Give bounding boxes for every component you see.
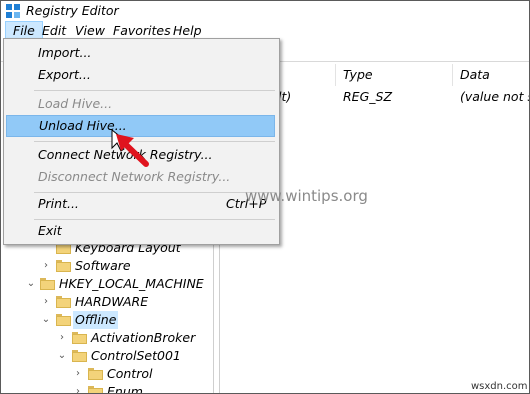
value-type: REG_SZ	[343, 89, 393, 104]
folder-icon	[40, 278, 55, 290]
tree-item[interactable]: › ActivationBroker	[1, 329, 213, 347]
menu-item-load-hive[interactable]: Load Hive...	[6, 93, 275, 115]
value-data: (value not set)	[460, 89, 529, 104]
tree-item-label: Software	[75, 258, 131, 273]
tree-item-label: HKEY_LOCAL_MACHINE	[59, 276, 204, 291]
folder-icon	[72, 350, 87, 362]
mouse-cursor-icon	[111, 128, 149, 167]
folder-icon	[88, 368, 103, 380]
menu-item-exit[interactable]: Exit	[6, 220, 275, 242]
menu-item-label: Print...	[38, 196, 79, 211]
menu-item-disconnect-network-registry[interactable]: Disconnect Network Registry...	[6, 166, 275, 188]
tree-item-label: Enum	[107, 384, 143, 394]
tree-item-label: Control	[107, 366, 153, 381]
menu-item-label: Import...	[38, 45, 92, 60]
footer-watermark: wsxdn.com	[471, 381, 528, 392]
folder-icon	[72, 332, 87, 344]
window-title: Registry Editor	[26, 3, 119, 18]
menu-item-print[interactable]: Print... Ctrl+P	[6, 193, 275, 215]
tree-item[interactable]: ⌄ HKEY_LOCAL_MACHINE	[1, 275, 213, 293]
tree-item-label: Offline	[73, 311, 119, 329]
tree-item[interactable]: ⌄ Offline	[1, 311, 213, 329]
tree-item[interactable]: › Enum	[1, 383, 213, 394]
chevron-down-icon[interactable]: ⌄	[41, 311, 51, 329]
chevron-right-icon[interactable]: ›	[73, 365, 83, 383]
tree-item-label: ActivationBroker	[91, 330, 196, 345]
menu-item-label: Load Hive...	[38, 96, 113, 111]
menu-item-import[interactable]: Import...	[6, 42, 275, 64]
registry-editor-window: Registry Editor File Edit View Favorites…	[0, 0, 530, 394]
watermark-text: www.wintips.org	[245, 187, 368, 205]
chevron-right-icon[interactable]: ›	[41, 293, 51, 311]
chevron-down-icon[interactable]: ⌄	[26, 275, 36, 293]
tree-item-label: HARDWARE	[75, 294, 149, 309]
chevron-right-icon[interactable]: ›	[57, 329, 67, 347]
tree-item-label: ControlSet001	[91, 348, 181, 363]
column-header-type[interactable]: Type	[343, 64, 373, 86]
title-bar: Registry Editor	[1, 1, 529, 21]
tree-item[interactable]: › Software	[1, 257, 213, 275]
menu-item-label: Disconnect Network Registry...	[38, 169, 231, 184]
chevron-right-icon[interactable]: ›	[41, 257, 51, 275]
tree-item[interactable]: › Control	[1, 365, 213, 383]
folder-icon	[56, 260, 71, 272]
menu-item-label: Exit	[38, 223, 62, 238]
menu-separator	[34, 90, 275, 91]
chevron-right-icon[interactable]: ›	[73, 383, 83, 393]
folder-icon	[88, 386, 103, 393]
column-separator[interactable]	[335, 64, 336, 86]
chevron-down-icon[interactable]: ⌄	[57, 347, 67, 365]
folder-icon	[56, 314, 71, 326]
registry-editor-app-icon	[6, 4, 20, 18]
column-header-data[interactable]: Data	[460, 64, 490, 86]
tree-item[interactable]: ⌄ ControlSet001	[1, 347, 213, 365]
folder-icon	[56, 296, 71, 308]
menu-item-label: Export...	[38, 67, 91, 82]
menu-item-export[interactable]: Export...	[6, 64, 275, 86]
column-separator[interactable]	[452, 64, 453, 86]
tree-item[interactable]: › HARDWARE	[1, 293, 213, 311]
